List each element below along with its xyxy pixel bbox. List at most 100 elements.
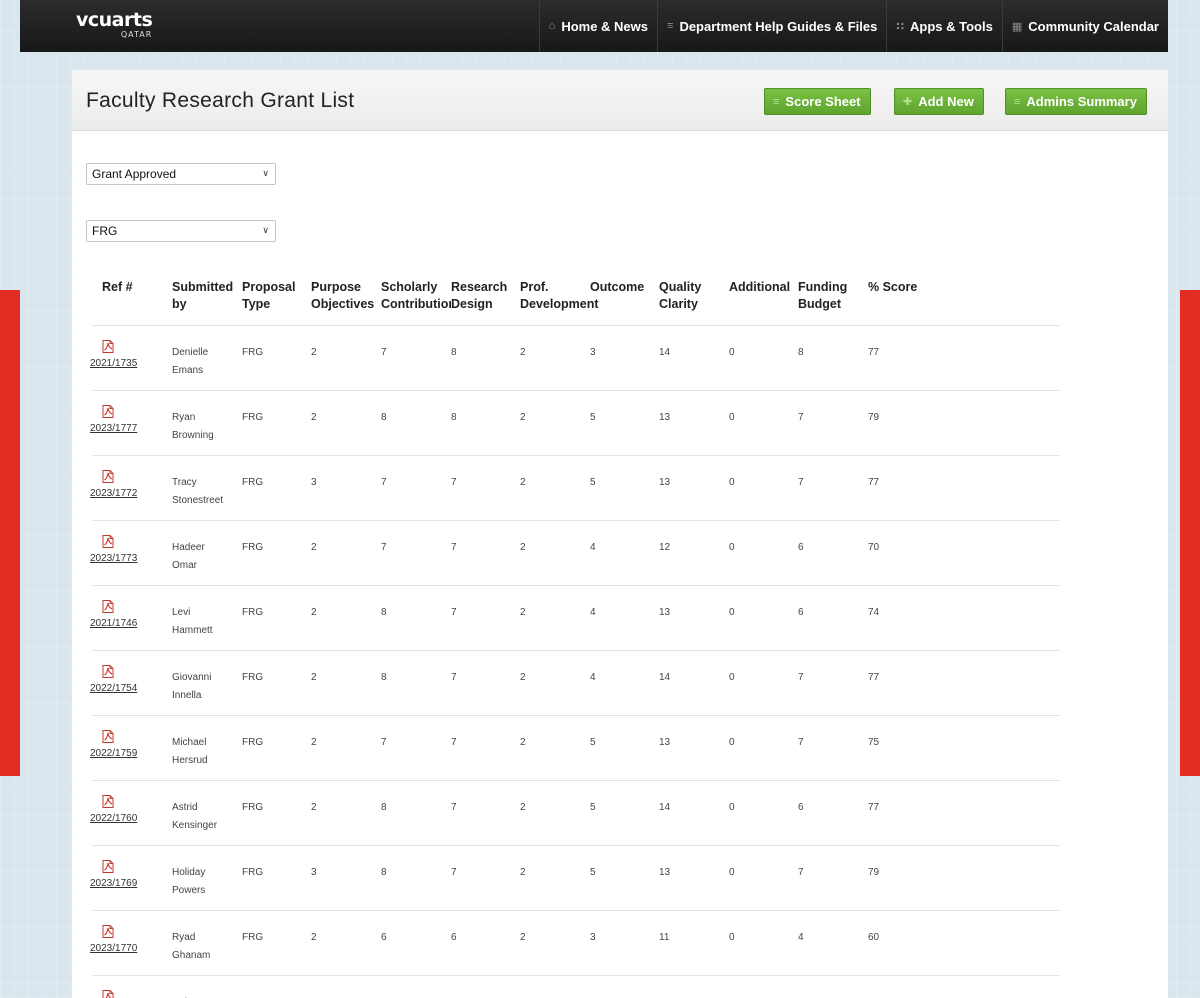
score-sheet-button[interactable]: ≡ Score Sheet (764, 88, 871, 115)
purpose-objectives-cell: 2 (311, 542, 317, 553)
scholarly-contribution-cell: 8 (381, 672, 387, 683)
reference-link[interactable]: 2022/1754 (90, 683, 137, 694)
table-row: 2023/1770 Ryad Ghanam FRG 2 6 6 2 3 11 0 4 60 (90, 911, 1060, 976)
table-header-row: Ref # Submitted by Proposal Type Purpose… (92, 275, 1060, 326)
prof-development-cell: 2 (520, 994, 526, 998)
funding-budget-cell: 7 (798, 672, 804, 683)
score-cell: 77 (868, 802, 880, 813)
proposal-type-cell: FRG (242, 802, 264, 813)
pdf-icon[interactable] (102, 405, 114, 418)
grant-type-filter-value: FRG (92, 224, 118, 238)
scholarly-contribution-cell: 7 (381, 737, 387, 748)
score-cell: 70 (868, 542, 880, 553)
score-cell: 77 (868, 347, 880, 358)
nav-item-help-guides[interactable]: ≡ Department Help Guides & Files (657, 0, 886, 52)
reference-link[interactable]: 2021/1735 (90, 358, 137, 369)
vcuarts-logo[interactable]: vcuarts QATAR (76, 11, 153, 40)
nav-item-label: Department Help Guides & Files (679, 18, 878, 34)
pdf-icon[interactable] (102, 925, 114, 938)
quality-clarity-cell: 13 (659, 412, 671, 423)
pdf-icon[interactable] (102, 730, 114, 743)
scholarly-contribution-cell: 7 (381, 994, 387, 998)
quality-clarity-cell: 13 (659, 477, 671, 488)
research-design-cell: 6 (451, 932, 457, 943)
additional-cell: 0 (729, 737, 735, 748)
reference-link[interactable]: 2021/1746 (90, 618, 137, 629)
admins-summary-button[interactable]: ≡ Admins Summary (1005, 88, 1147, 115)
reference-link[interactable]: 2023/1777 (90, 423, 137, 434)
proposal-type-cell: FRG (242, 412, 264, 423)
status-filter-select[interactable]: Grant Approved ∨ (86, 163, 276, 185)
outcome-cell: 3 (590, 932, 596, 943)
purpose-objectives-cell: 2 (311, 802, 317, 813)
pdf-icon[interactable] (102, 340, 114, 353)
outcome-cell: 4 (590, 994, 596, 998)
score-cell: 60 (868, 932, 880, 943)
status-filter-value: Grant Approved (92, 167, 177, 181)
reference-link[interactable]: 2022/1759 (90, 748, 137, 759)
purpose-objectives-cell: 2 (311, 412, 317, 423)
submitted-by-cell: Tracy Stonestreet (172, 477, 224, 506)
reference-link[interactable]: 2023/1773 (90, 553, 137, 564)
proposal-type-cell: FRG (242, 607, 264, 618)
submitted-by-cell: Giovanni Innella (172, 672, 212, 701)
outcome-cell: 4 (590, 672, 596, 683)
prof-development-cell: 2 (520, 477, 526, 488)
nav-item-label: Apps & Tools (910, 18, 993, 34)
submitted-by-cell: Rola (172, 994, 193, 998)
background-red-band-right (1180, 290, 1200, 776)
scholarly-contribution-cell: 8 (381, 867, 387, 878)
grant-type-filter-select[interactable]: FRG ∨ (86, 220, 276, 242)
research-design-cell: 7 (451, 672, 457, 683)
plus-icon: ✚ (903, 96, 913, 108)
nav-item-home-news[interactable]: ⌂ Home & News (538, 0, 657, 52)
home-icon: ⌂ (548, 20, 556, 32)
research-design-cell: 7 (451, 477, 457, 488)
funding-budget-cell: 6 (798, 542, 804, 553)
purpose-objectives-cell: 2 (311, 607, 317, 618)
pdf-icon[interactable] (102, 860, 114, 873)
submitted-by-cell: Michael Hersrud (172, 737, 208, 766)
add-new-button[interactable]: ✚ Add New (894, 88, 984, 115)
reference-link[interactable]: 2023/1769 (90, 878, 137, 889)
quality-clarity-cell: 11 (659, 932, 670, 943)
scholarly-contribution-cell: 8 (381, 607, 387, 618)
prof-development-cell: 2 (520, 347, 526, 358)
scholarly-contribution-cell: 7 (381, 477, 387, 488)
column-header-outcome: Outcome (590, 280, 645, 294)
column-header-funding-budget: Funding Budget (798, 280, 848, 311)
funding-budget-cell: 7 (798, 477, 804, 488)
outcome-cell: 5 (590, 477, 596, 488)
submitted-by-cell: Ryad Ghanam (172, 932, 211, 961)
research-design-cell: 6 (451, 994, 457, 998)
nav-item-apps-tools[interactable]: ∷ Apps & Tools (886, 0, 1001, 52)
funding-budget-cell: 8 (798, 347, 804, 358)
reference-link[interactable]: 2023/1770 (90, 943, 137, 954)
submitted-by-cell: Ryan Browning (172, 412, 214, 441)
additional-cell: 0 (729, 994, 735, 998)
proposal-type-cell: FRG (242, 542, 264, 553)
nav-item-community-calendar[interactable]: ▦ Community Calendar (1001, 0, 1168, 52)
outcome-cell: 5 (590, 867, 596, 878)
pdf-icon[interactable] (102, 795, 114, 808)
additional-cell: 0 (729, 477, 735, 488)
pdf-icon[interactable] (102, 665, 114, 678)
column-header-score: % Score (868, 280, 918, 294)
pdf-icon[interactable] (102, 535, 114, 548)
pdf-icon[interactable] (102, 470, 114, 483)
pdf-icon[interactable] (102, 990, 114, 998)
submitted-by-cell: Hadeer Omar (172, 542, 205, 571)
column-header-additional: Additional (729, 280, 791, 294)
table-row: 2023/1772 Tracy Stonestreet FRG 3 7 7 2 5 13 0 7 77 (90, 456, 1060, 521)
reference-link[interactable]: 2022/1760 (90, 813, 137, 824)
funding-budget-cell: 6 (798, 802, 804, 813)
proposal-type-cell: FRG (242, 737, 264, 748)
pdf-icon[interactable] (102, 600, 114, 613)
column-header-purpose-objectives: Purpose Objectives (311, 280, 375, 311)
prof-development-cell: 2 (520, 412, 526, 423)
admins-summary-label: Admins Summary (1026, 94, 1137, 109)
funding-budget-cell: 4 (798, 932, 804, 943)
score-cell: 75 (868, 737, 880, 748)
scholarly-contribution-cell: 7 (381, 347, 387, 358)
reference-link[interactable]: 2023/1772 (90, 488, 137, 499)
